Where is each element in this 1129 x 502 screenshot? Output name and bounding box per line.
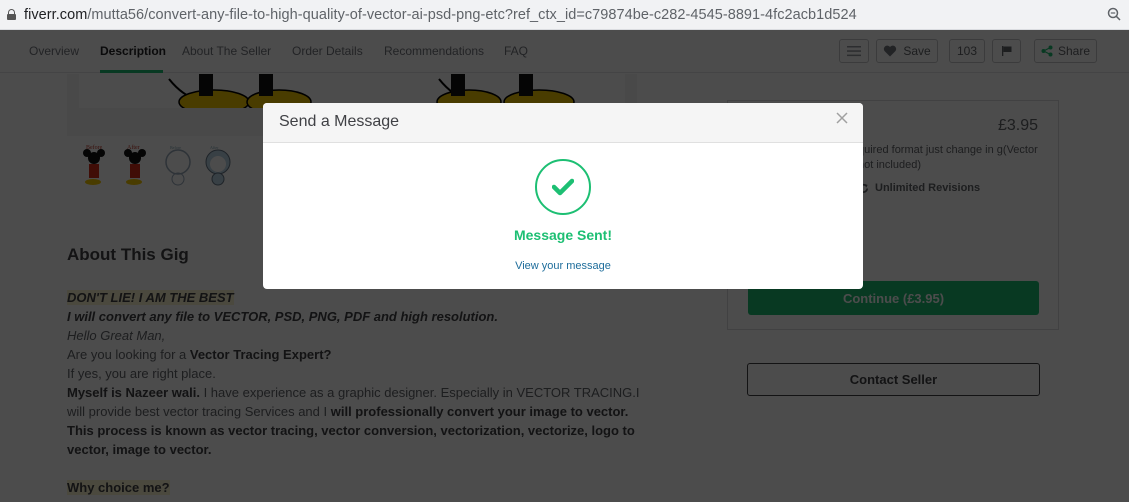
send-message-modal: Send a Message Message Sent! View your m… [263,103,863,289]
zoom-icon[interactable] [1107,7,1121,21]
view-message-link[interactable]: View your message [263,260,863,272]
browser-address-bar[interactable]: fiverr.com/mutta56/convert-any-file-to-h… [0,0,1129,30]
checkmark-icon [552,178,574,196]
success-icon [535,159,591,215]
close-icon[interactable] [835,111,849,125]
modal-title: Send a Message [279,113,400,130]
modal-header: Send a Message [263,103,863,143]
url-text[interactable]: fiverr.com/mutta56/convert-any-file-to-h… [24,7,857,23]
message-sent-status: Message Sent! [513,227,613,243]
lock-icon [7,9,16,20]
